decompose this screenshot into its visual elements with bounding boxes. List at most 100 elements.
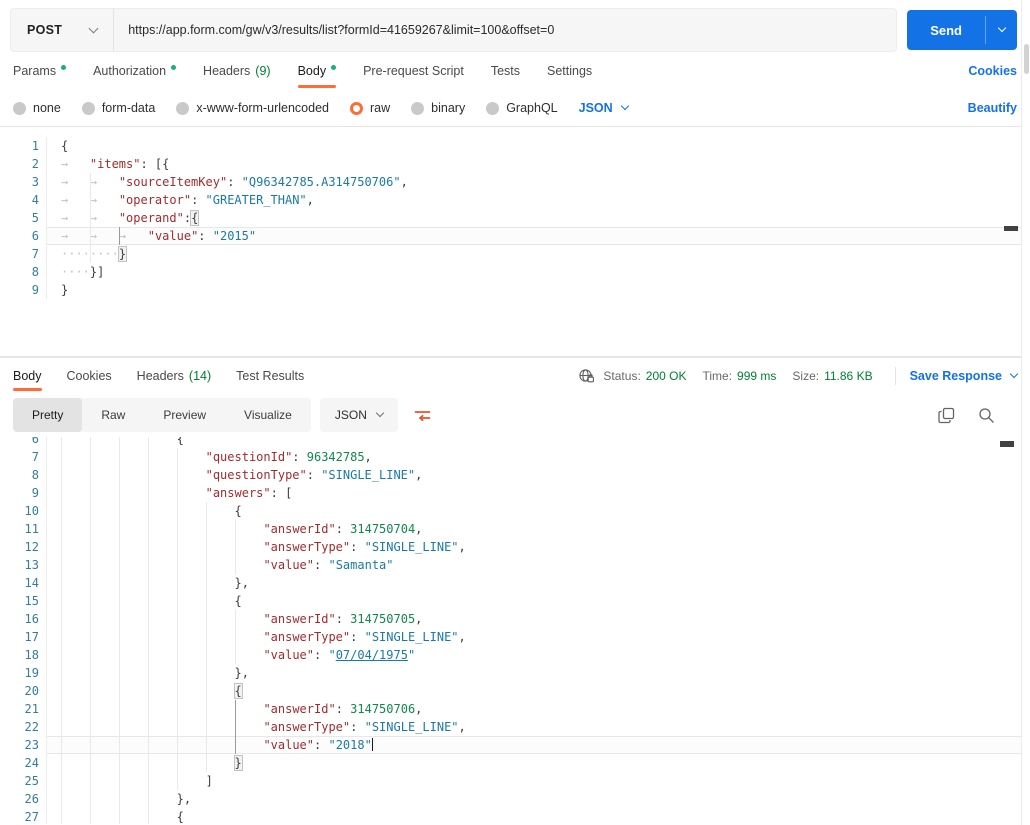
view-tab-preview[interactable]: Preview [144, 398, 225, 432]
line-number: 8 [31, 468, 39, 482]
tab-settings[interactable]: Settings [547, 52, 592, 90]
body-language-select[interactable]: JSON [579, 101, 629, 115]
json-string: "SINGLE_LINE" [364, 540, 459, 554]
json-punctuation: : [335, 522, 351, 536]
indent-guide [61, 736, 62, 754]
body-mode-x-www-form-urlencoded[interactable]: x-www-form-urlencoded [176, 101, 329, 115]
tab-label: Params [13, 64, 57, 78]
json-punctuation: , [415, 702, 423, 716]
code-line: }, [47, 574, 1030, 592]
tab-body[interactable]: Body [13, 358, 42, 393]
body-mode-form-data[interactable]: form-data [81, 101, 155, 115]
code-line: "answerType": "SINGLE_LINE", [47, 538, 1030, 556]
tab-pre-request-script[interactable]: Pre-request Script [363, 52, 464, 90]
body-mode-none[interactable]: none [13, 101, 61, 115]
body-mode-graphql[interactable]: GraphQL [486, 101, 558, 115]
json-key: "answers" [205, 486, 271, 500]
indent-guide [234, 520, 236, 538]
send-options-button[interactable] [986, 10, 1017, 50]
code-line: → → → "value": "2015" [47, 227, 1030, 245]
request-body-editor[interactable]: 1 2 3 4 5 6 7 8 9 {→ "items": [{→ → "sourceItemKey"… [0, 127, 1030, 357]
indent-guide [176, 574, 178, 592]
indent-guide [89, 448, 91, 466]
indent-guide [61, 754, 62, 772]
indent-guide [118, 448, 120, 466]
tab-headers[interactable]: Headers (14) [137, 358, 211, 393]
indent-guide [205, 754, 207, 772]
code-line: { [47, 137, 1030, 155]
line-number: 25 [24, 774, 39, 788]
indent-guide [89, 191, 91, 209]
beautify-link[interactable]: Beautify [968, 101, 1017, 115]
active-indent-guide [234, 700, 236, 718]
indent-guide [176, 592, 178, 610]
indent-guide [118, 484, 120, 502]
code-area[interactable]: {"questionId": 96342785, "questionType": … [47, 437, 1030, 824]
indent-guide [176, 700, 178, 718]
json-key: "value" [263, 558, 315, 572]
indent-guide [89, 700, 91, 718]
chevron-down-icon [620, 101, 629, 111]
save-response-button[interactable]: Save Response [910, 369, 1019, 383]
tab-label: Tests [490, 64, 520, 78]
tab-headers[interactable]: Headers (9) [203, 52, 271, 90]
status-pair: Status: 200 OK [603, 369, 686, 383]
tab-test-results[interactable]: Test Results [236, 358, 304, 393]
json-string: " [328, 648, 336, 662]
indent-guide [147, 754, 149, 772]
cookies-link[interactable]: Cookies [968, 64, 1017, 78]
line-number: 6 [31, 437, 39, 446]
page-scrollbar-thumb[interactable] [1024, 44, 1029, 74]
code-line: "questionType": "SINGLE_LINE", [47, 466, 1030, 484]
indent-guide [61, 592, 62, 610]
json-punctuation: : [227, 175, 242, 189]
line-number: 15 [24, 594, 39, 608]
indent-guide [89, 628, 91, 646]
body-mode-raw[interactable]: raw [350, 101, 390, 115]
indent-guide [118, 556, 120, 574]
indent-guide [147, 808, 149, 824]
json-number: 314750705 [350, 612, 416, 626]
line-number: 11 [24, 522, 39, 536]
indent-guide [118, 790, 120, 808]
indent-guide [147, 502, 149, 520]
url-input[interactable]: https://app.form.com/gw/v3/results/list?… [114, 23, 896, 37]
code-line: { [47, 808, 1030, 824]
tab-params[interactable]: Params [13, 52, 67, 90]
radio-icon [411, 101, 425, 115]
divider [894, 366, 896, 385]
tab-tests[interactable]: Tests [491, 52, 520, 90]
json-key: "value" [147, 229, 199, 243]
send-button[interactable]: Send [907, 10, 985, 50]
indent-guide [205, 538, 207, 556]
response-language-select[interactable]: JSON [319, 398, 398, 432]
chevron-down-icon [88, 23, 99, 33]
view-tab-pretty[interactable]: Pretty [13, 398, 83, 432]
tab-authorization[interactable]: Authorization [93, 52, 177, 90]
code-area[interactable]: {→ "items": [{→ → "sourceItemKey": "Q963427… [47, 137, 1030, 299]
json-punctuation: }, [234, 576, 249, 590]
line-number: 9 [31, 486, 39, 500]
line-number: 12 [24, 540, 39, 554]
view-tab-visualize[interactable]: Visualize [225, 398, 311, 432]
line-number: 3 [31, 175, 39, 189]
method-select[interactable]: POST [11, 9, 113, 51]
indent-guide [89, 610, 91, 628]
json-key: "items" [89, 157, 141, 171]
green-dot-icon [61, 64, 67, 70]
code-line: }, [47, 790, 1030, 808]
json-key: "operator" [118, 193, 192, 207]
indent-guide [147, 448, 149, 466]
wrap-line-button[interactable] [407, 398, 439, 432]
json-punctuation: : [{ [140, 157, 170, 171]
json-key: "sourceItemKey" [118, 175, 228, 189]
search-icon[interactable] [978, 407, 995, 424]
copy-icon[interactable] [938, 407, 955, 424]
view-tab-raw[interactable]: Raw [82, 398, 144, 432]
tab-cookies[interactable]: Cookies [67, 358, 112, 393]
body-mode-binary[interactable]: binary [411, 101, 465, 115]
response-body-viewer[interactable]: 6 7 8 9 10 11 12 13 14 15 16 17 18 19 20 21 22 23 24 25 26 27… [0, 437, 1030, 824]
indent-guide [61, 808, 62, 824]
json-punctuation: } [61, 283, 69, 297]
tab-body[interactable]: Body [297, 52, 337, 90]
